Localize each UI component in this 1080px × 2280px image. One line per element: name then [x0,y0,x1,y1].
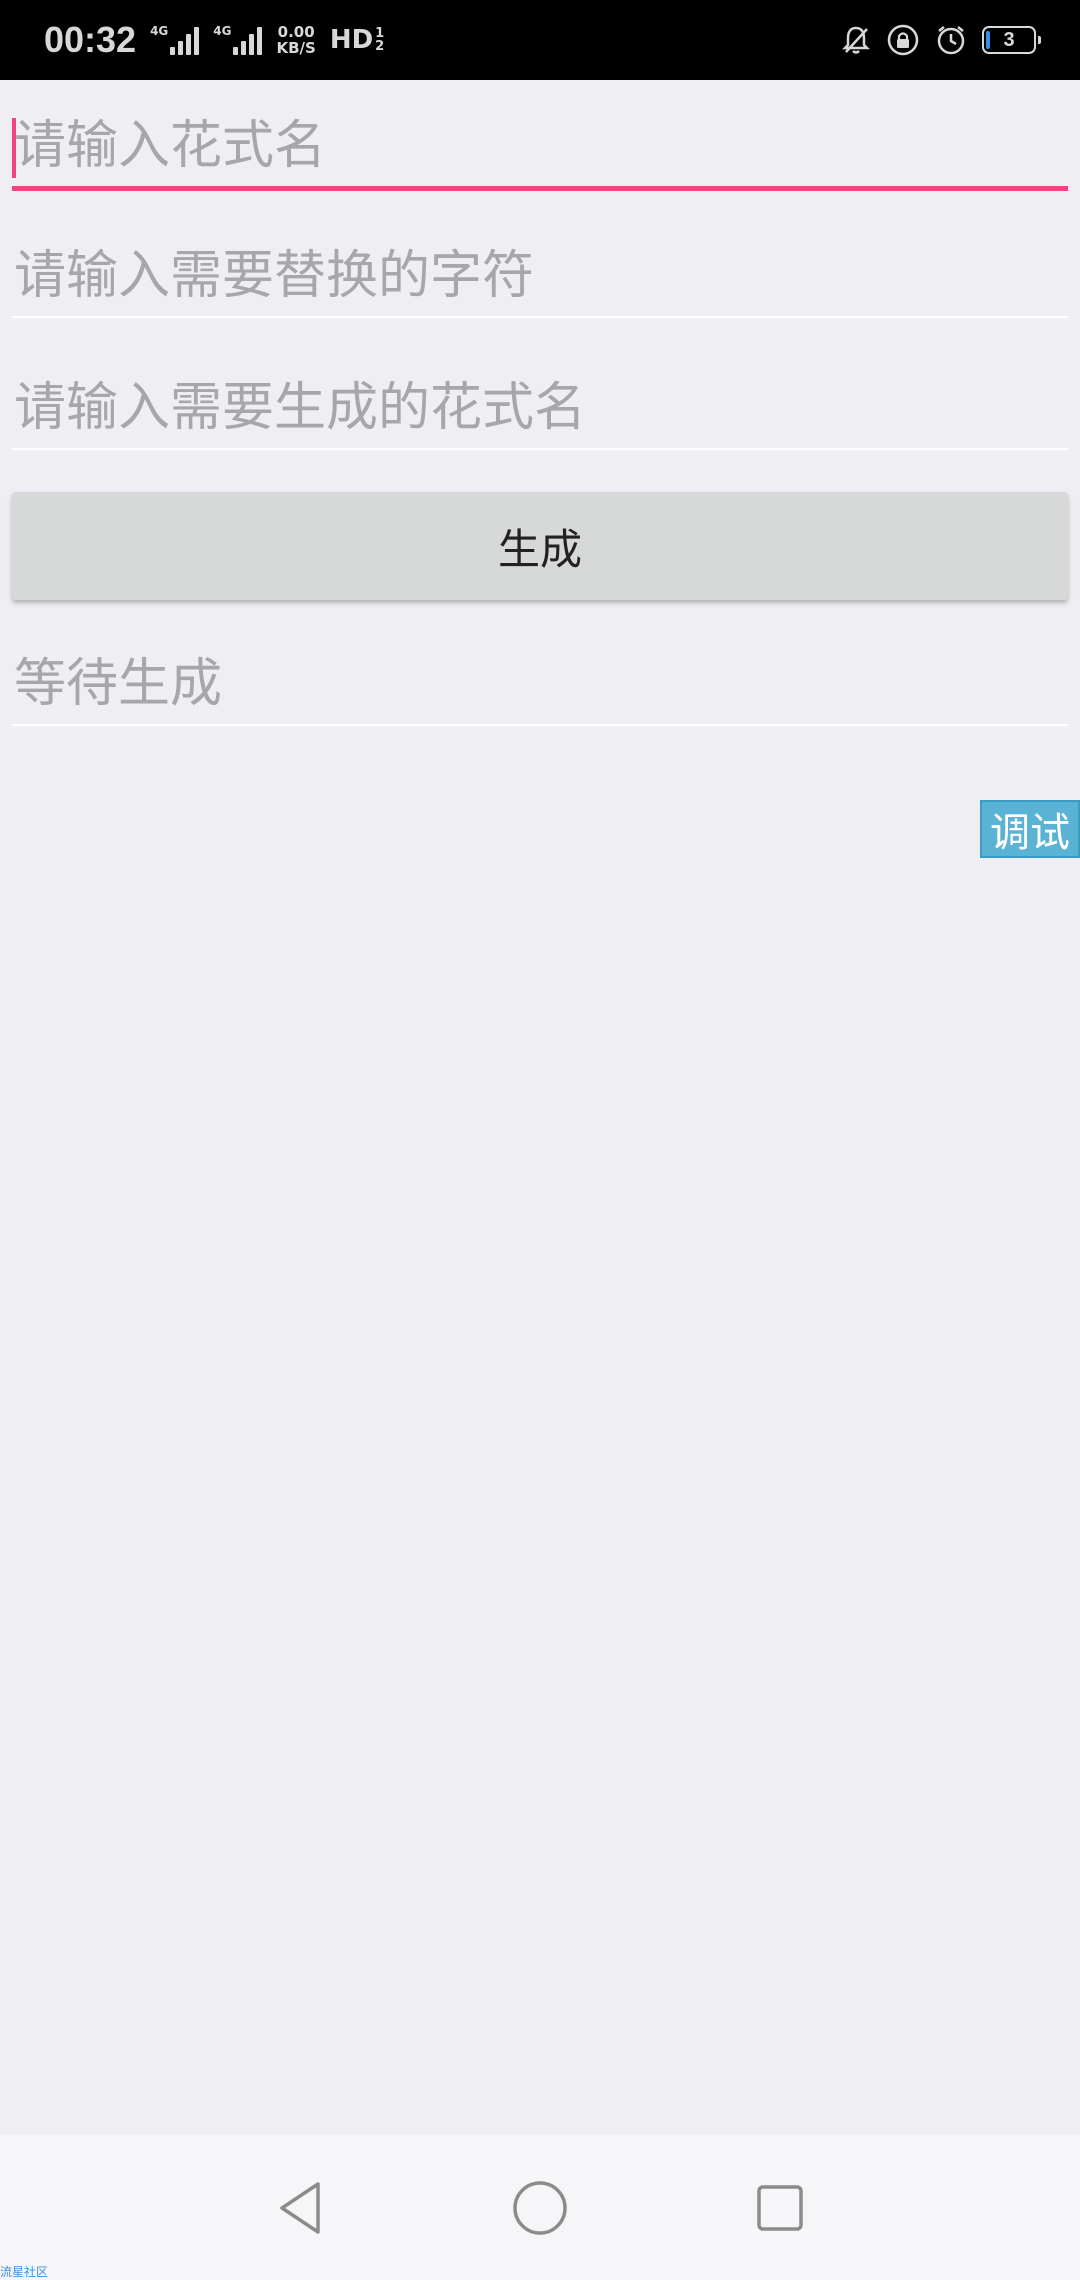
result-underline [12,724,1068,726]
status-left: 00:32 4G 4G 0.00 KB/S HD 1 2 [44,19,384,61]
lock-rotation-icon [886,23,920,57]
pattern-name-field[interactable] [12,106,1068,191]
hd-sub: 1 2 [375,27,384,53]
pattern-name-underline [12,186,1068,191]
result-field[interactable] [12,644,1068,726]
signal-1: 4G [150,24,200,55]
result-input[interactable] [12,644,1068,724]
signal-2: 4G [213,24,263,55]
output-name-input[interactable] [12,368,1068,448]
replace-char-field[interactable] [12,236,1068,318]
debug-button[interactable]: 调试 [980,800,1080,858]
bell-off-icon [840,24,872,56]
output-name-underline [12,448,1068,450]
home-icon [513,2180,567,2235]
recents-icon [757,2184,803,2231]
recents-button[interactable] [740,2168,820,2248]
status-bar: 00:32 4G 4G 0.00 KB/S HD 1 2 3 [0,0,1080,80]
network-speed: 0.00 KB/S [276,24,315,56]
battery-icon: 3 [982,26,1041,54]
hd-sub-2: 2 [375,39,385,54]
status-time: 00:32 [44,19,137,60]
pattern-name-input[interactable] [12,106,1068,186]
replace-char-input[interactable] [12,236,1068,316]
hd-volte-indicator: HD 1 2 [330,25,384,55]
back-icon [280,2181,320,2234]
hd-label: HD [329,25,374,55]
replace-char-underline [12,316,1068,318]
speed-value: 0.00 [277,23,315,41]
network-type-2: 4G [213,24,232,38]
signal-bars-icon [233,25,263,55]
generate-button[interactable]: 生成 [12,492,1068,600]
output-name-field[interactable] [12,368,1068,450]
signal-bars-icon [170,25,200,55]
alarm-icon [934,23,968,57]
network-type-1: 4G [150,24,169,38]
back-button[interactable] [260,2168,340,2248]
text-cursor [12,118,16,178]
navigation-bar [0,2135,1080,2280]
home-button[interactable] [500,2168,580,2248]
watermark: 流星社区 [0,2265,49,2279]
speed-unit: KB/S [276,39,316,57]
status-right: 3 [840,23,1041,57]
